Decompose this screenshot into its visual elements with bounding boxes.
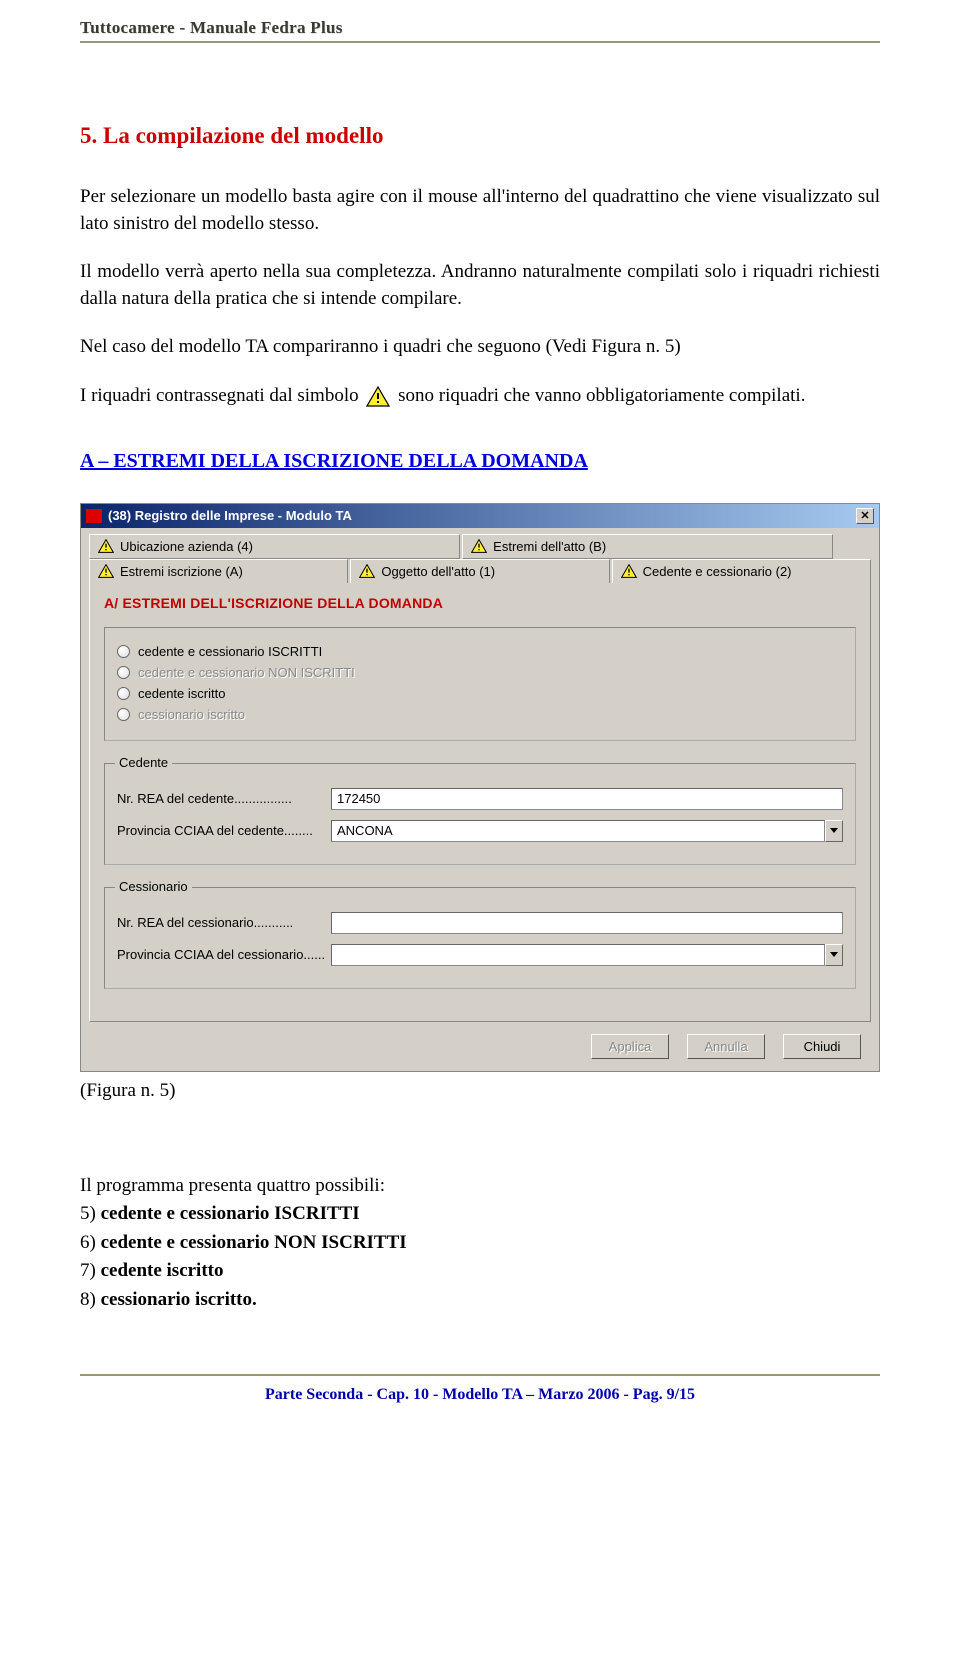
warning-icon — [98, 564, 114, 578]
tab-label: Ubicazione azienda (4) — [120, 539, 253, 554]
paragraph-1: Per selezionare un modello basta agire c… — [80, 184, 880, 237]
paragraph-2: Il modello verrà aperto nella sua comple… — [80, 259, 880, 312]
page-footer: Parte Seconda - Cap. 10 - Modello TA – M… — [0, 1386, 960, 1429]
label-rea-cessionario: Nr. REA del cessionario........... — [117, 915, 327, 930]
tab-label: Estremi dell'atto (B) — [493, 539, 606, 554]
legend-cedente: Cedente — [115, 755, 172, 770]
tab-estremi-iscrizione[interactable]: Estremi iscrizione (A) — [89, 559, 348, 583]
cancel-button[interactable]: Annulla — [687, 1034, 765, 1059]
subsection-heading: A – ESTREMI DELLA ISCRIZIONE DELLA DOMAN… — [80, 450, 880, 473]
tab-cedente-cessionario[interactable]: Cedente e cessionario (2) — [612, 559, 871, 583]
close-icon[interactable]: ✕ — [856, 508, 874, 524]
label-prov-cedente: Provincia CCIAA del cedente........ — [117, 823, 327, 838]
chevron-down-icon[interactable] — [825, 820, 843, 842]
warning-icon — [98, 539, 114, 553]
paragraph-4: I riquadri contrassegnati dal simbolo so… — [80, 383, 880, 410]
warning-icon — [366, 386, 390, 408]
header-rule — [80, 41, 880, 43]
radio-non-iscritti[interactable] — [117, 666, 130, 679]
section-title: 5. La compilazione del modello — [80, 123, 880, 149]
tab-oggetto-atto[interactable]: Oggetto dell'atto (1) — [350, 559, 609, 583]
app-icon — [86, 509, 102, 523]
list-item: 7) cedente iscritto — [80, 1257, 880, 1286]
list-item: 8) cessionario iscritto. — [80, 1286, 880, 1315]
tab-label: Oggetto dell'atto (1) — [381, 564, 495, 579]
warning-icon — [621, 564, 637, 578]
list-intro: Il programma presenta quattro possibili: — [80, 1172, 880, 1201]
window-title: (38) Registro delle Imprese - Modulo TA — [108, 508, 850, 523]
p4-after: sono riquadri che vanno obbligatoriament… — [398, 385, 805, 406]
tab-label: Estremi iscrizione (A) — [120, 564, 243, 579]
radio-cedente-iscritto[interactable] — [117, 687, 130, 700]
radio-iscritti[interactable] — [117, 645, 130, 658]
combo-prov-cedente[interactable]: ANCONA — [331, 820, 825, 842]
figure-caption: (Figura n. 5) — [80, 1080, 880, 1102]
titlebar: (38) Registro delle Imprese - Modulo TA … — [81, 504, 879, 528]
input-rea-cedente[interactable]: 172450 — [331, 788, 843, 810]
input-rea-cessionario[interactable] — [331, 912, 843, 934]
list-item: 5) cedente e cessionario ISCRITTI — [80, 1200, 880, 1229]
apply-button[interactable]: Applica — [591, 1034, 669, 1059]
radio-label: cedente e cessionario ISCRITTI — [138, 644, 322, 659]
warning-icon — [359, 564, 375, 578]
warning-icon — [471, 539, 487, 553]
tab-ubicazione[interactable]: Ubicazione azienda (4) — [89, 534, 460, 559]
radio-group: cedente e cessionario ISCRITTI cedente e… — [104, 627, 856, 741]
radio-cessionario-iscritto[interactable] — [117, 708, 130, 721]
form-heading: A/ ESTREMI DELL'ISCRIZIONE DELLA DOMANDA — [104, 595, 856, 611]
radio-label: cessionario iscritto — [138, 707, 245, 722]
p4-before: I riquadri contrassegnati dal simbolo — [80, 385, 363, 406]
chevron-down-icon[interactable] — [825, 944, 843, 966]
list-item: 6) cedente e cessionario NON ISCRITTI — [80, 1229, 880, 1258]
radio-label: cedente iscritto — [138, 686, 225, 701]
footer-rule — [80, 1374, 880, 1376]
radio-label: cedente e cessionario NON ISCRITTI — [138, 665, 355, 680]
running-head: Tuttocamere - Manuale Fedra Plus — [80, 18, 343, 37]
group-cessionario: Cessionario Nr. REA del cessionario.....… — [104, 887, 856, 989]
close-button[interactable]: Chiudi — [783, 1034, 861, 1059]
label-rea-cedente: Nr. REA del cedente................ — [117, 791, 327, 806]
app-window: (38) Registro delle Imprese - Modulo TA … — [80, 503, 880, 1072]
combo-prov-cessionario[interactable] — [331, 944, 825, 966]
legend-cessionario: Cessionario — [115, 879, 192, 894]
tab-estremi-atto[interactable]: Estremi dell'atto (B) — [462, 534, 833, 559]
label-prov-cessionario: Provincia CCIAA del cessionario...... — [117, 947, 327, 962]
paragraph-3: Nel caso del modello TA compariranno i q… — [80, 334, 880, 361]
group-cedente: Cedente Nr. REA del cedente.............… — [104, 763, 856, 865]
tab-label: Cedente e cessionario (2) — [643, 564, 792, 579]
